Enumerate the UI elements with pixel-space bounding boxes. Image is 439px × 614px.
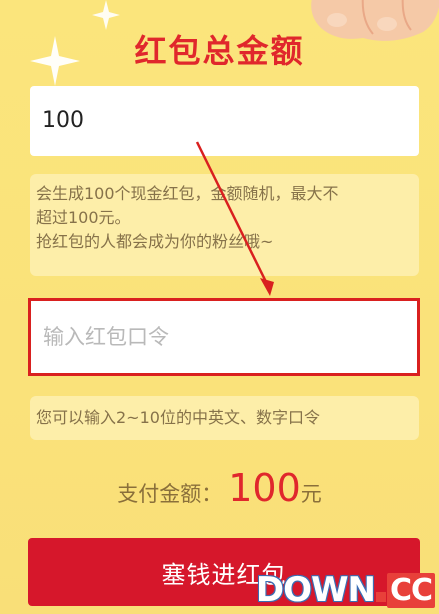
- watermark-dot: [375, 592, 386, 602]
- amount-hint-line: 会生成100个现金红包，金额随机，最大不: [36, 184, 339, 203]
- password-input[interactable]: [28, 298, 420, 376]
- password-hint: 您可以输入2~10位的中英文、数字口令: [30, 396, 419, 440]
- payment-unit: 元: [300, 482, 322, 506]
- watermark-text: CC: [386, 572, 435, 608]
- amount-hint-line: 超过100元。: [36, 208, 131, 227]
- amount-hint: 会生成100个现金红包，金额随机，最大不 超过100元。 抢红包的人都会成为你的…: [30, 174, 419, 276]
- amount-input[interactable]: [30, 86, 419, 156]
- payment-label: 支付金额：: [117, 482, 223, 506]
- watermark-logo: DOWN CC: [256, 570, 435, 610]
- amount-hint-line: 抢红包的人都会成为你的粉丝哦~: [36, 232, 274, 251]
- page-title: 红包总金额: [134, 32, 305, 70]
- payment-summary: 支付金额： 100元: [0, 466, 439, 510]
- payment-amount: 100: [228, 466, 301, 510]
- watermark-text: DOWN: [255, 570, 376, 610]
